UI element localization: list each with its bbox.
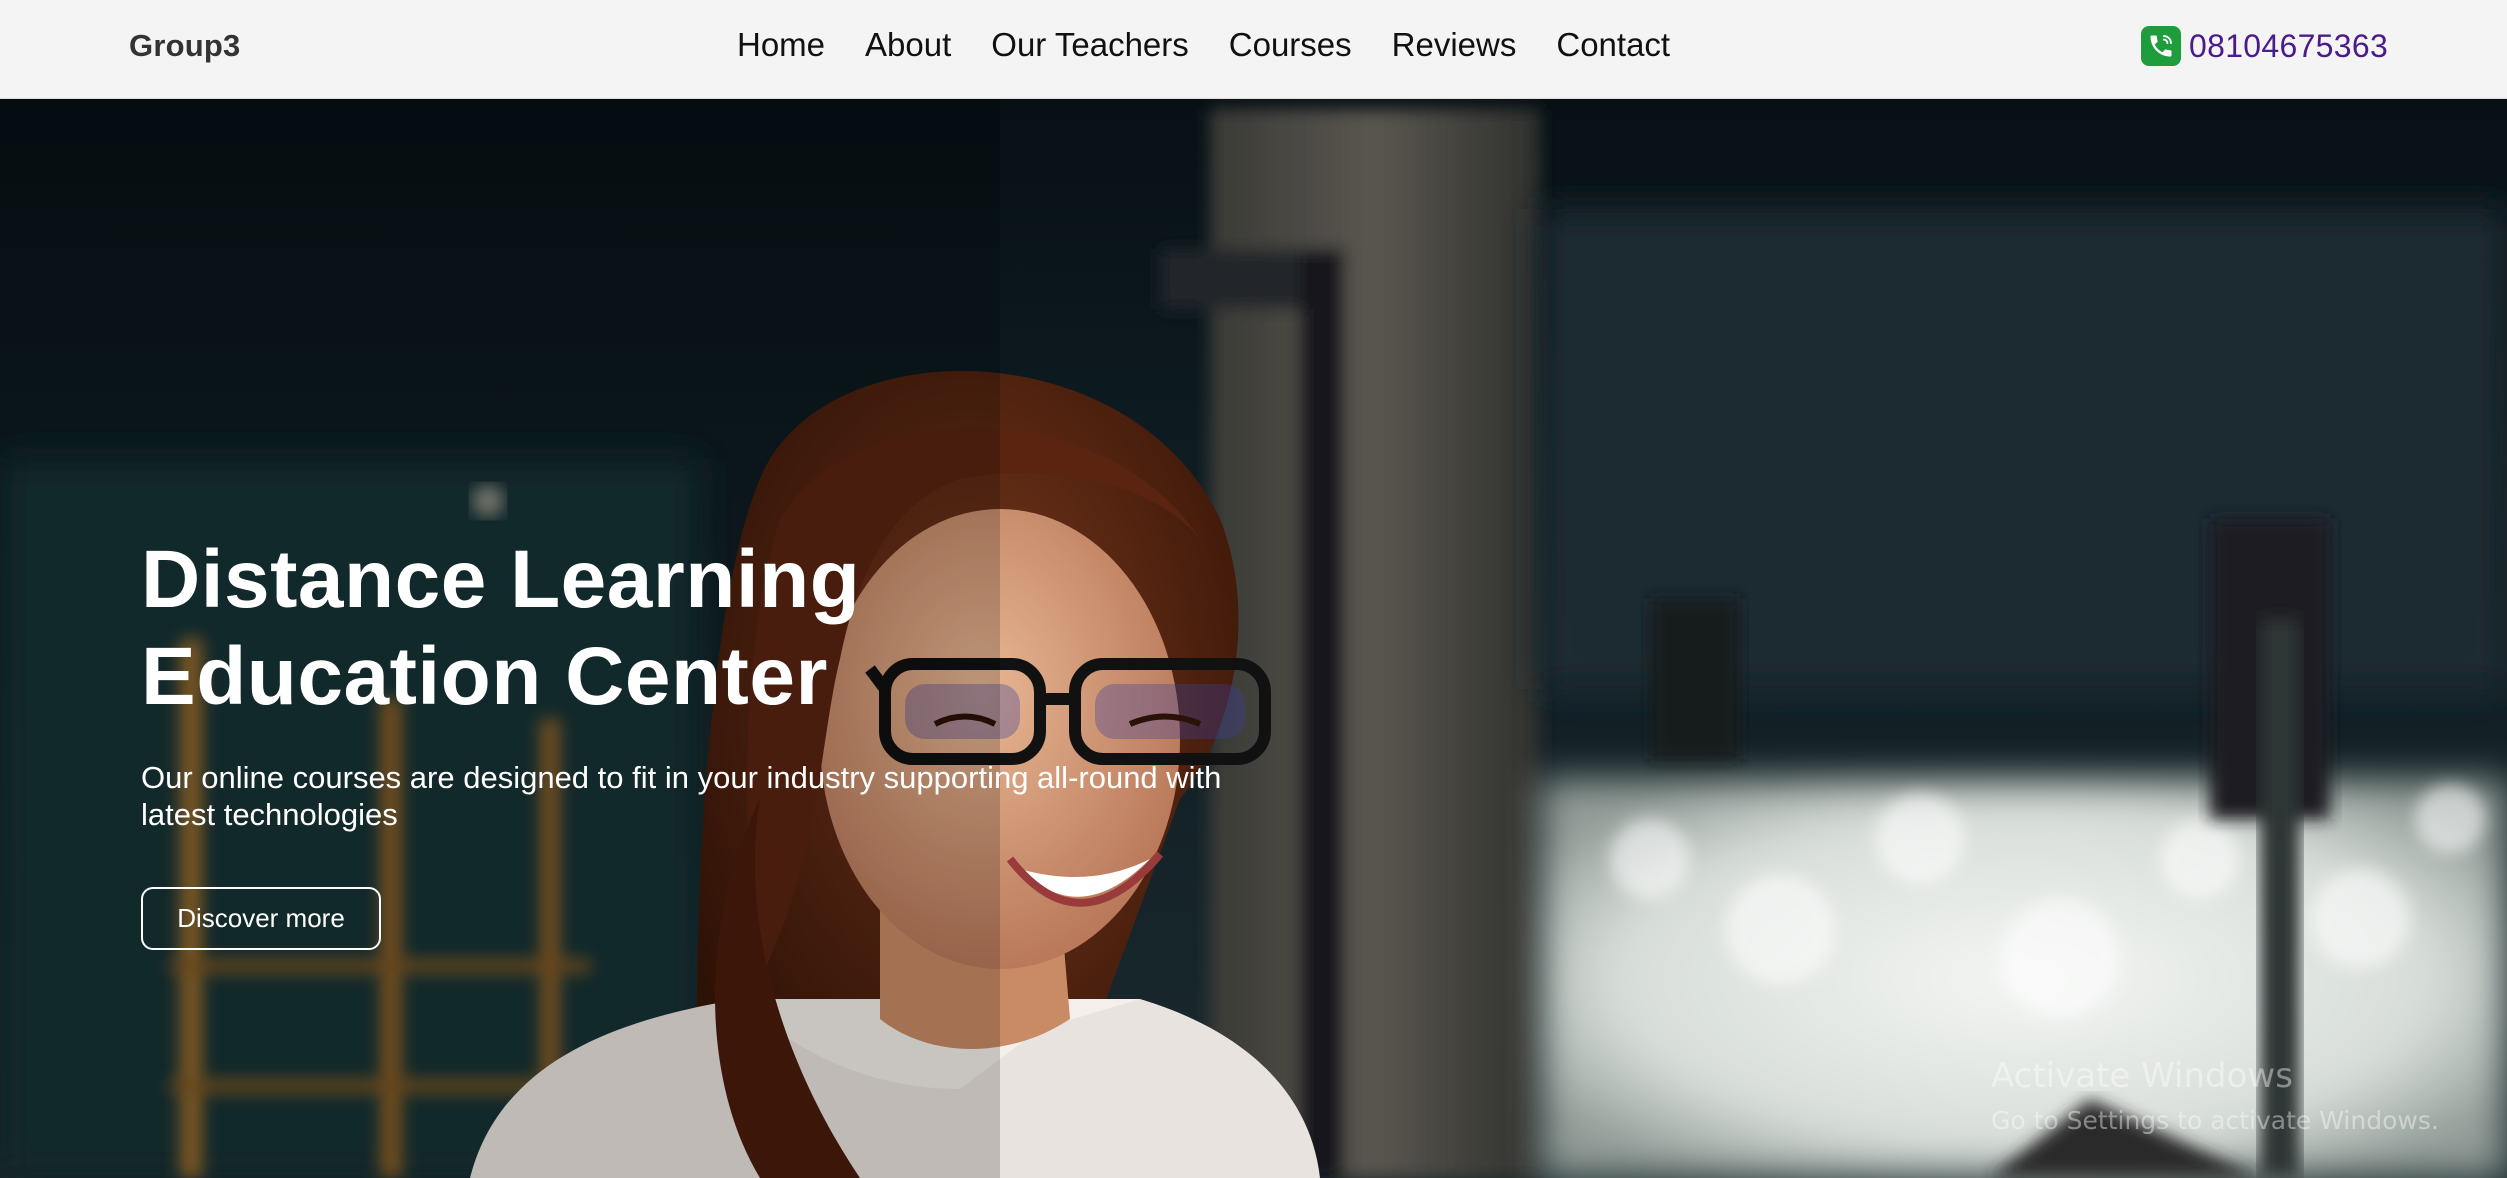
- hero-title-line-1: Distance Learning: [141, 534, 861, 625]
- hero-title-line-2: Education Center: [141, 631, 828, 722]
- hero-content: Distance Learning Education Center Our o…: [141, 531, 1291, 950]
- phone-contact-link[interactable]: 08104675363: [2141, 26, 2388, 66]
- main-nav: Home About Our Teachers Courses Reviews …: [737, 26, 1670, 64]
- nav-item-home[interactable]: Home: [737, 26, 825, 64]
- hero-title: Distance Learning Education Center: [141, 531, 1291, 725]
- nav-item-courses[interactable]: Courses: [1229, 26, 1352, 64]
- discover-more-button[interactable]: Discover more: [141, 887, 381, 950]
- nav-item-reviews[interactable]: Reviews: [1392, 26, 1517, 64]
- hero-section: Distance Learning Education Center Our o…: [0, 99, 2507, 1178]
- phone-number[interactable]: 08104675363: [2189, 28, 2388, 65]
- phone-icon: [2141, 26, 2181, 66]
- nav-item-contact[interactable]: Contact: [1556, 26, 1670, 64]
- activate-windows-watermark: Activate Windows Go to Settings to activ…: [1991, 1056, 2439, 1138]
- nav-item-about[interactable]: About: [865, 26, 951, 64]
- hero-subtitle: Our online courses are designed to fit i…: [141, 760, 1222, 832]
- watermark-subtitle: Go to Settings to activate Windows.: [1991, 1106, 2439, 1135]
- navbar: Group3 Home About Our Teachers Courses R…: [0, 0, 2507, 99]
- brand-logo-text[interactable]: Group3: [129, 28, 240, 64]
- watermark-title: Activate Windows: [1991, 1056, 2293, 1096]
- nav-item-our-teachers[interactable]: Our Teachers: [991, 26, 1188, 64]
